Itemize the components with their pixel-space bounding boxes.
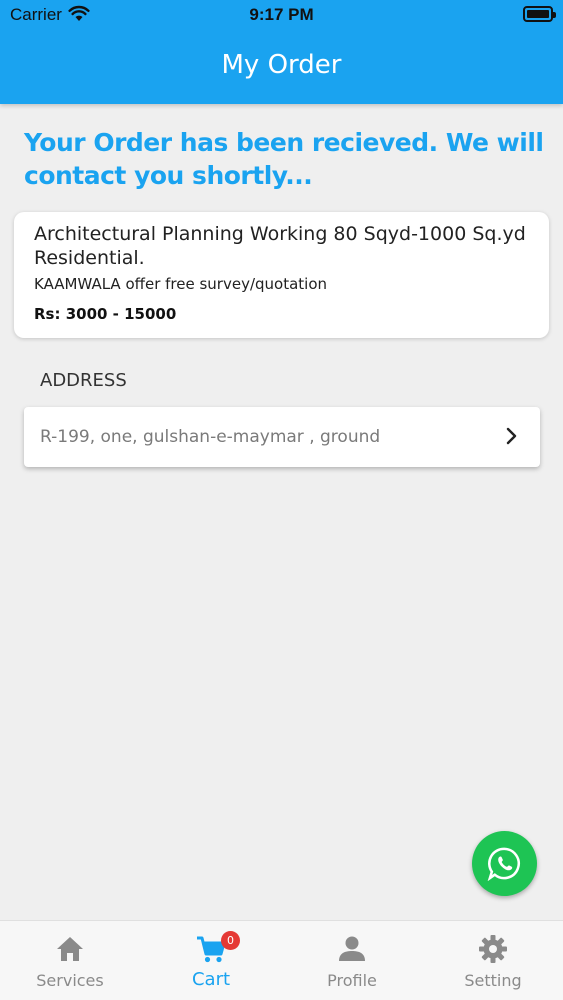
status-bar: Carrier 9:17 PM [0, 0, 563, 30]
tab-label: Services [36, 971, 104, 990]
tab-label: Profile [327, 971, 377, 990]
address-label: ADDRESS [40, 370, 127, 391]
tab-profile[interactable]: Profile [282, 921, 422, 1000]
home-icon [57, 937, 83, 961]
order-confirmation-message: Your Order has been recieved. We will co… [24, 128, 544, 190]
address-value: R-199, one, gulshan-e-maymar , ground [40, 427, 381, 447]
address-selector[interactable]: R-199, one, gulshan-e-maymar , ground [24, 407, 540, 467]
price-range: Rs: 3000 - 15000 [34, 305, 177, 323]
whatsapp-button[interactable] [472, 831, 537, 896]
cart-count-badge: 0 [221, 931, 240, 950]
whatsapp-icon [487, 847, 520, 881]
person-icon [339, 936, 365, 961]
chevron-right-icon [506, 427, 517, 445]
bottom-tab-bar: Services 0 Cart Profile Setting [0, 920, 563, 1000]
gear-icon [479, 935, 507, 963]
tab-services[interactable]: Services [0, 921, 140, 1000]
service-name: Architectural Planning Working 80 Sqyd-1… [34, 223, 526, 269]
tab-label: Setting [464, 971, 522, 990]
status-time: 9:17 PM [249, 5, 314, 24]
tab-label: Cart [191, 969, 231, 990]
app-header: Carrier 9:17 PM My Order [0, 0, 563, 104]
battery-icon [523, 6, 556, 22]
tab-setting[interactable]: Setting [423, 921, 563, 1000]
order-card: Architectural Planning Working 80 Sqyd-1… [14, 212, 549, 338]
offer-text: KAAMWALA offer free survey/quotation [34, 275, 328, 293]
page-title: My Order [221, 50, 342, 80]
tab-cart[interactable]: 0 Cart [141, 921, 281, 1000]
